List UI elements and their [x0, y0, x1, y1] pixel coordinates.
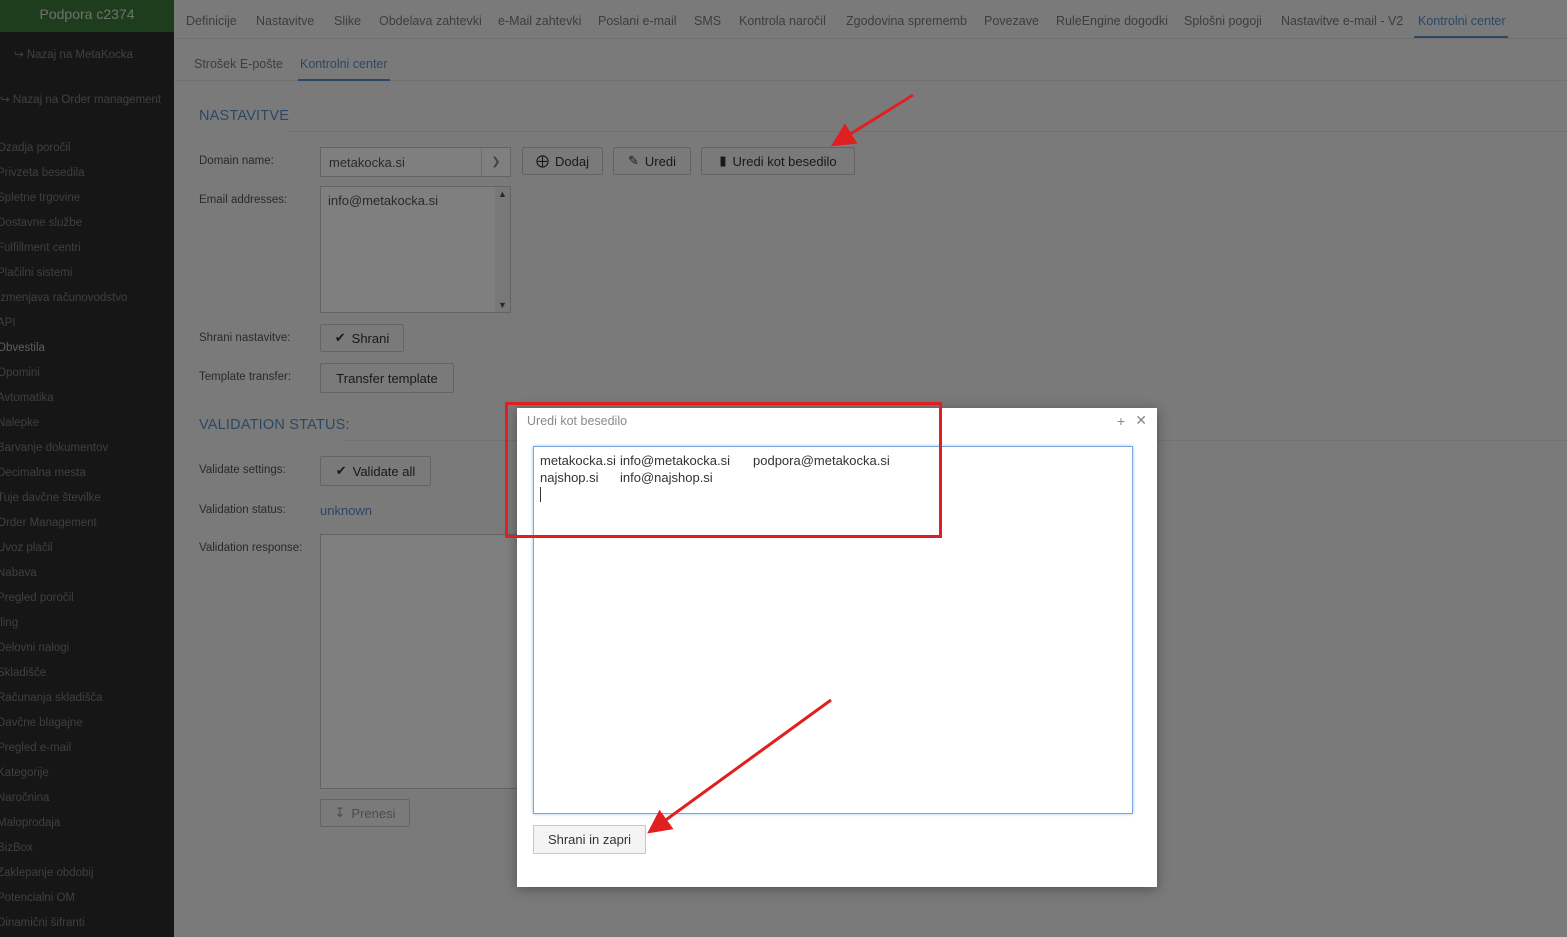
maximize-icon[interactable]: + [1117, 413, 1125, 429]
annotation-highlight-box [505, 402, 942, 538]
save-and-close-button[interactable]: Shrani in zapri [533, 825, 646, 854]
close-icon[interactable]: ✕ [1135, 412, 1147, 429]
